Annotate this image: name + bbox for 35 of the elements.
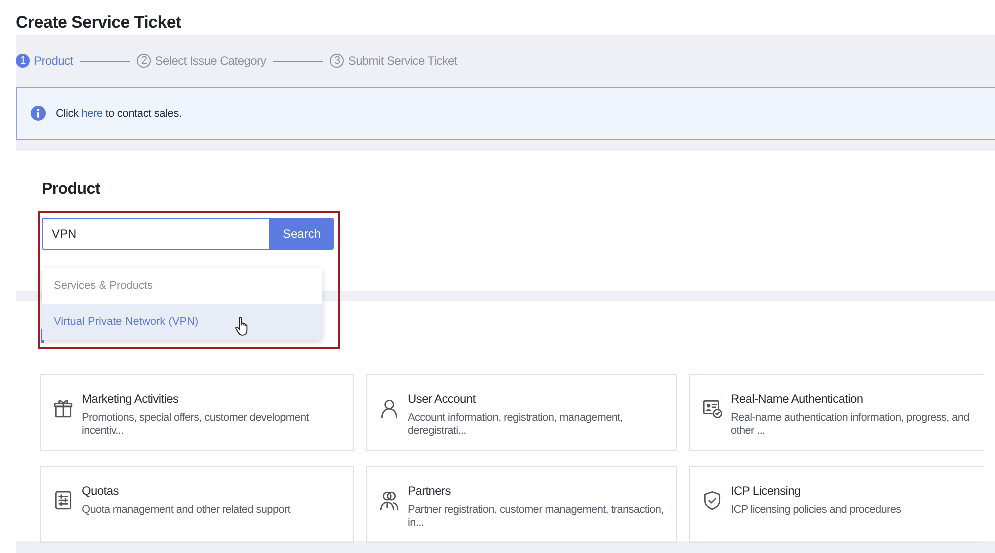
card-description: Promotions, special offers, customer development incentiv... — [82, 412, 310, 438]
category-card[interactable]: Quotas Quota management and other related support — [40, 466, 354, 543]
category-card[interactable]: Real-Name Authentication Real-name authentication information, progress, and other ... — [689, 374, 983, 451]
section-marker — [41, 329, 44, 343]
card-description: Account information, registration, management, deregistrati... — [408, 412, 624, 438]
category-card[interactable]: ICP Licensing ICP licensing policies and procedures — [689, 466, 983, 543]
card-description: ICP licensing policies and procedures — [731, 504, 902, 517]
card-title: Partners — [408, 484, 452, 498]
card-description: Partner registration, customer management, transaction, in... — [408, 504, 665, 530]
step-tab[interactable]: 1 Product — [16, 54, 74, 68]
info-text: Click here to contact sales. — [56, 108, 182, 120]
category-card[interactable]: Marketing Activities Promotions, special offers, customer development incentiv... — [40, 374, 354, 451]
category-card[interactable]: Partners Partner registration, customer management, transaction, in... — [366, 466, 677, 543]
card-title: Real-Name Authentication — [731, 392, 864, 406]
search-field[interactable]: VPN — [42, 218, 270, 250]
contact-link[interactable]: here — [82, 108, 103, 120]
hand-cursor-icon — [235, 316, 250, 337]
gift-icon — [53, 398, 74, 419]
id-card-icon — [702, 398, 723, 419]
person-icon — [379, 398, 400, 419]
info-icon — [31, 106, 46, 121]
card-title: Marketing Activities — [82, 392, 180, 406]
card-title: User Account — [408, 392, 477, 406]
card-description: Quota management and other related support — [82, 504, 291, 517]
category-card[interactable]: User Account Account information, registration, management, deregistrati... — [366, 374, 677, 451]
people-icon — [379, 490, 400, 511]
shield-check-icon — [702, 490, 723, 511]
card-title: ICP Licensing — [731, 484, 802, 498]
card-title: Quotas — [82, 484, 120, 498]
list-icon — [53, 490, 74, 511]
card-description: Real-name authentication information, progress, and other ... — [731, 412, 970, 438]
section-heading: Product — [42, 181, 102, 199]
page-title: Create Service Ticket — [16, 12, 182, 34]
dropdown-group-label: Services & Products — [53, 279, 154, 294]
search-button[interactable]: Search — [270, 218, 334, 250]
